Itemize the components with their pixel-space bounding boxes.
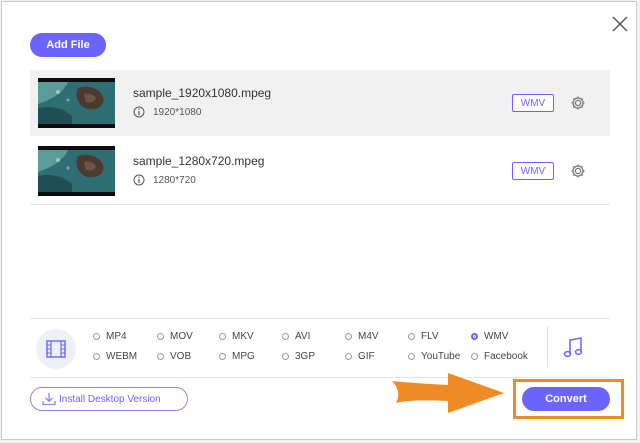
add-file-button[interactable]: Add File — [30, 33, 106, 57]
format-label: VOB — [170, 351, 192, 362]
format-option-m4v[interactable]: M4V — [345, 331, 379, 342]
info-icon[interactable] — [133, 174, 145, 186]
video-thumbnail — [38, 78, 115, 128]
format-option-avi[interactable]: AVI — [282, 331, 310, 342]
format-label: WEBM — [106, 351, 138, 362]
radio-icon — [282, 333, 289, 340]
highlight-arrow-icon — [392, 373, 504, 413]
format-label: MP4 — [106, 331, 127, 342]
film-icon — [46, 340, 66, 358]
converter-dialog: Add File sample_1920x1080.mpeg 1920*1080 — [1, 1, 637, 440]
radio-icon — [219, 353, 226, 360]
convert-button[interactable]: Convert — [522, 387, 610, 411]
format-label: MPG — [232, 351, 255, 362]
format-option-mpg[interactable]: MPG — [219, 351, 255, 362]
format-option-3gp[interactable]: 3GP — [282, 351, 315, 362]
video-format-tab[interactable] — [36, 329, 76, 369]
info-icon[interactable] — [133, 106, 145, 118]
format-label: WMV — [484, 331, 509, 342]
format-label: GIF — [358, 351, 375, 362]
format-label: YouTube — [421, 351, 461, 362]
format-panel: MP4 MOV MKV AVI M4V FLV WMV WEBM VOB MPG… — [30, 318, 610, 378]
music-note-icon[interactable] — [562, 335, 584, 359]
file-info: 1280*720 — [133, 174, 196, 186]
radio-icon — [93, 333, 100, 340]
install-desktop-button[interactable]: Install Desktop Version — [30, 387, 188, 411]
format-label: MOV — [170, 331, 193, 342]
download-icon — [42, 393, 56, 406]
radio-icon — [157, 353, 164, 360]
format-option-mp4[interactable]: MP4 — [93, 331, 127, 342]
gear-icon[interactable] — [570, 163, 586, 179]
format-option-flv[interactable]: FLV — [408, 331, 439, 342]
radio-icon — [345, 333, 352, 340]
format-option-mkv[interactable]: MKV — [219, 331, 254, 342]
format-option-vob[interactable]: VOB — [157, 351, 191, 362]
radio-selected-icon — [471, 333, 478, 340]
file-resolution: 1280*720 — [153, 174, 196, 186]
format-option-gif[interactable]: GIF — [345, 351, 375, 362]
video-thumbnail — [38, 146, 115, 196]
format-label: 3GP — [295, 351, 316, 362]
radio-icon — [471, 353, 478, 360]
radio-icon — [219, 333, 226, 340]
format-option-youtube[interactable]: YouTube — [408, 351, 460, 362]
radio-icon — [345, 353, 352, 360]
file-name: sample_1280x720.mpeg — [133, 154, 265, 168]
format-option-wmv[interactable]: WMV — [471, 331, 508, 342]
file-row: sample_1920x1080.mpeg 1920*1080 WMV — [30, 70, 610, 136]
file-info: 1920*1080 — [133, 106, 201, 118]
format-label: Facebook — [484, 351, 528, 362]
close-icon[interactable] — [610, 14, 630, 34]
format-label: FLV — [421, 331, 439, 342]
format-label: AVI — [295, 331, 311, 342]
file-name: sample_1920x1080.mpeg — [133, 86, 272, 100]
format-option-facebook[interactable]: Facebook — [471, 351, 528, 362]
format-label: M4V — [358, 331, 379, 342]
file-row: sample_1280x720.mpeg 1280*720 WMV — [30, 138, 610, 205]
radio-icon — [282, 353, 289, 360]
file-resolution: 1920*1080 — [153, 106, 202, 118]
format-option-webm[interactable]: WEBM — [93, 351, 137, 362]
output-format-button[interactable]: WMV — [512, 162, 554, 180]
gear-icon[interactable] — [570, 95, 586, 111]
format-option-mov[interactable]: MOV — [157, 331, 193, 342]
radio-icon — [408, 353, 415, 360]
radio-icon — [93, 353, 100, 360]
install-label: Install Desktop Version — [59, 393, 161, 405]
radio-icon — [408, 333, 415, 340]
output-format-button[interactable]: WMV — [512, 94, 554, 112]
radio-icon — [157, 333, 164, 340]
divider — [547, 327, 548, 367]
format-label: MKV — [232, 331, 254, 342]
